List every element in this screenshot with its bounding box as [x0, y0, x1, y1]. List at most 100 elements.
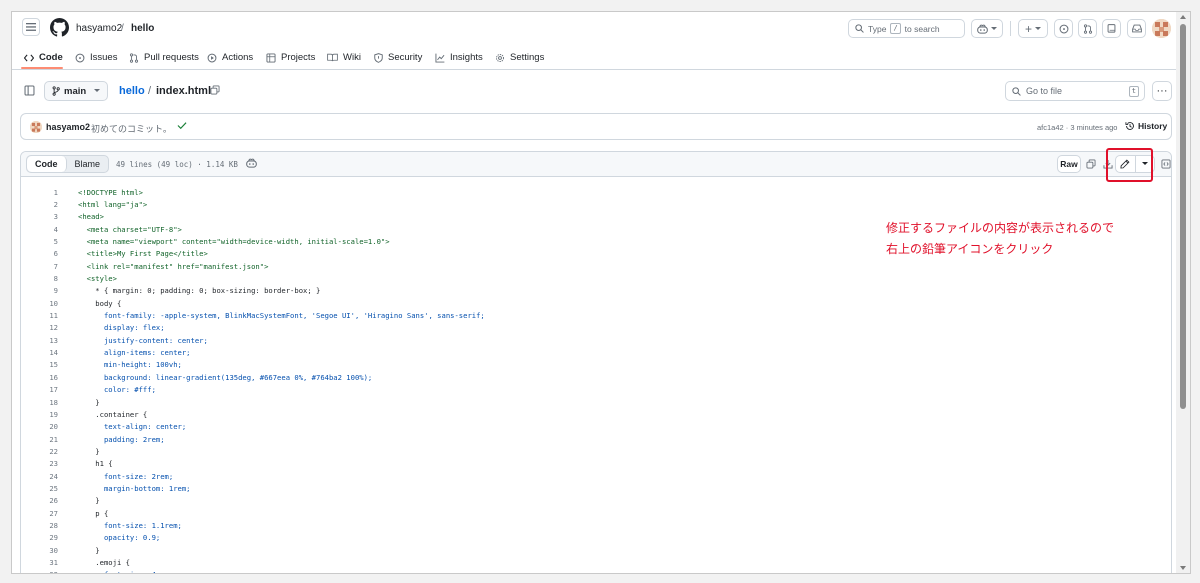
- create-new-button[interactable]: +: [1018, 19, 1048, 38]
- line-number[interactable]: 28: [21, 521, 58, 530]
- annotation-line-1: 修正するファイルの内容が表示されるので: [886, 221, 1115, 235]
- code-square-icon: [1161, 159, 1171, 169]
- tab-code[interactable]: Code: [24, 52, 63, 63]
- line-number[interactable]: 3: [21, 212, 58, 221]
- line-number[interactable]: 8: [21, 274, 58, 283]
- code-line: 19 .container {: [21, 408, 1171, 420]
- code-text: }: [78, 446, 100, 456]
- tab-security-label: Security: [388, 52, 423, 63]
- breadcrumb-repo[interactable]: hello: [131, 23, 154, 34]
- line-number[interactable]: 31: [21, 558, 58, 567]
- tab-pull-requests-label: Pull requests: [144, 52, 199, 63]
- branch-name: main: [64, 85, 87, 97]
- issues-button[interactable]: [1054, 19, 1073, 38]
- line-number[interactable]: 12: [21, 323, 58, 332]
- copilot-ask-button[interactable]: [246, 158, 257, 168]
- copy-raw-button[interactable]: [1083, 155, 1099, 173]
- line-number[interactable]: 15: [21, 360, 58, 369]
- user-avatar[interactable]: [1152, 19, 1171, 38]
- tab-settings[interactable]: Settings: [495, 52, 544, 63]
- code-text: min-height: 100vh;: [78, 360, 182, 370]
- line-number[interactable]: 22: [21, 447, 58, 456]
- sidebar-expand-icon: [24, 85, 35, 96]
- code-text: display: flex;: [78, 323, 165, 333]
- scrollbar-thumb[interactable]: [1180, 24, 1186, 409]
- issue-icon: [75, 53, 85, 62]
- tab-wiki[interactable]: Wiki: [327, 52, 361, 63]
- tab-wiki-label: Wiki: [343, 52, 361, 63]
- code-text: body {: [78, 298, 122, 308]
- line-number[interactable]: 20: [21, 422, 58, 431]
- line-number[interactable]: 11: [21, 311, 58, 320]
- line-number[interactable]: 19: [21, 410, 58, 419]
- path-repo-link[interactable]: hello: [119, 85, 145, 97]
- symbols-panel-button[interactable]: [1158, 155, 1171, 173]
- tab-issues[interactable]: Issues: [75, 52, 117, 63]
- line-number[interactable]: 17: [21, 385, 58, 394]
- tab-insights[interactable]: Insights: [435, 52, 483, 63]
- line-number[interactable]: 9: [21, 286, 58, 295]
- line-number[interactable]: 10: [21, 299, 58, 308]
- tab-projects-label: Projects: [281, 52, 316, 63]
- commit-author-avatar[interactable]: [30, 121, 42, 133]
- line-number[interactable]: 23: [21, 459, 58, 468]
- code-line: 11 font-family: -apple-system, BlinkMacS…: [21, 309, 1171, 321]
- line-number[interactable]: 25: [21, 484, 58, 493]
- tab-pull-requests[interactable]: Pull requests: [129, 52, 199, 63]
- repositories-button[interactable]: [1102, 19, 1121, 38]
- code-line: 12 display: flex;: [21, 322, 1171, 334]
- highlight-box: [1106, 148, 1153, 182]
- line-number[interactable]: 1: [21, 188, 58, 197]
- commit-message[interactable]: 初めてのコミット。: [91, 122, 172, 135]
- line-number[interactable]: 4: [21, 225, 58, 234]
- commit-sha-time[interactable]: afc1a42 · 3 minutes ago: [1037, 123, 1117, 132]
- inbox-button[interactable]: [1127, 19, 1146, 38]
- pull-requests-button[interactable]: [1078, 19, 1097, 38]
- tab-projects[interactable]: Projects: [266, 52, 315, 63]
- line-number[interactable]: 18: [21, 398, 58, 407]
- chevron-down-icon: [991, 26, 997, 30]
- chevron-down-icon: [94, 89, 101, 92]
- line-number[interactable]: 27: [21, 509, 58, 518]
- line-number[interactable]: 30: [21, 546, 58, 555]
- git-branch-icon: [52, 86, 60, 96]
- go-to-file-placeholder: Go to file: [1026, 86, 1063, 96]
- check-status-icon[interactable]: [177, 121, 187, 130]
- side-panel-toggle-button[interactable]: [24, 85, 35, 96]
- tab-insights-label: Insights: [450, 52, 483, 63]
- line-number[interactable]: 2: [21, 200, 58, 209]
- branch-selector[interactable]: main: [44, 81, 108, 101]
- line-number[interactable]: 16: [21, 373, 58, 382]
- line-number[interactable]: 26: [21, 496, 58, 505]
- line-number[interactable]: 13: [21, 336, 58, 345]
- tab-code-view[interactable]: Code: [27, 156, 67, 172]
- line-number[interactable]: 5: [21, 237, 58, 246]
- breadcrumb-owner[interactable]: hasyamo2: [76, 23, 122, 34]
- copy-icon: [1086, 159, 1096, 169]
- tab-blame-view[interactable]: Blame: [67, 156, 109, 172]
- global-header: hasyamo2 / hello Type / to search +: [12, 12, 1176, 46]
- tab-security[interactable]: Security: [374, 52, 422, 63]
- line-number[interactable]: 29: [21, 533, 58, 542]
- scroll-up-arrow-icon[interactable]: [1180, 15, 1186, 19]
- line-number[interactable]: 14: [21, 348, 58, 357]
- menu-button[interactable]: [22, 18, 40, 36]
- more-options-button[interactable]: ···: [1152, 81, 1172, 101]
- actions-icon: [207, 53, 217, 62]
- page-scrollbar[interactable]: [1176, 12, 1190, 573]
- line-number[interactable]: 6: [21, 249, 58, 258]
- raw-button[interactable]: Raw: [1057, 155, 1081, 173]
- copilot-button[interactable]: [971, 19, 1003, 38]
- line-number[interactable]: 32: [21, 570, 58, 573]
- line-number[interactable]: 24: [21, 472, 58, 481]
- go-to-file-input[interactable]: Go to file t: [1005, 81, 1145, 101]
- github-logo-icon[interactable]: [50, 18, 69, 37]
- scroll-down-arrow-icon[interactable]: [1180, 566, 1186, 570]
- history-button[interactable]: History: [1125, 121, 1167, 131]
- commit-author[interactable]: hasyamo2: [46, 122, 90, 132]
- line-number[interactable]: 7: [21, 262, 58, 271]
- line-number[interactable]: 21: [21, 435, 58, 444]
- copy-path-button[interactable]: [210, 85, 220, 95]
- search-input[interactable]: Type / to search: [848, 19, 965, 38]
- tab-actions[interactable]: Actions: [207, 52, 253, 63]
